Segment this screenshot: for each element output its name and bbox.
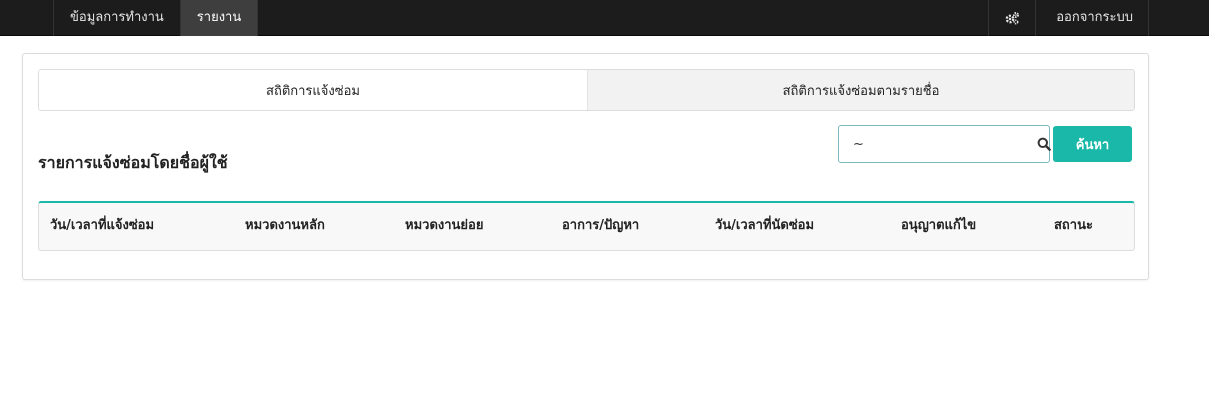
navbar-menu: ข้อมูลการทำงาน รายงาน [53,0,259,36]
column-header-main-category[interactable]: หมวดงานหลัก [245,203,325,249]
column-header-edit-permission[interactable]: อนุญาตแก้ไข [901,203,976,249]
search-button[interactable]: ค้นหา [1053,126,1132,162]
column-header-sub-category[interactable]: หมวดงานย่อย [405,203,483,249]
tab-repair-statistics[interactable]: สถิติการแจ้งซ่อม [39,70,587,110]
nav-item-work-info[interactable]: ข้อมูลการทำงาน [53,0,180,36]
top-navbar: ข้อมูลการทำงาน รายงาน ออกจากระบบ [0,0,1209,36]
report-tabs: สถิติการแจ้งซ่อม สถิติการแจ้งซ่อมตามรายช… [38,69,1135,111]
column-header-appointment-datetime[interactable]: วัน/เวลาที่นัดซ่อม [715,203,814,249]
gears-icon [1005,12,1020,25]
column-header-report-datetime[interactable]: วัน/เวลาที่แจ้งซ่อม [50,203,154,249]
navbar-right: ออกจากระบบ [988,0,1149,36]
search-box [838,125,1051,163]
column-header-symptom[interactable]: อาการ/ปัญหา [562,203,639,249]
column-header-status[interactable]: สถานะ [1054,203,1093,249]
search-icon[interactable] [1037,126,1051,162]
section-title: รายการแจ้งซ่อมโดยชื่อผู้ใช้ [38,153,228,172]
report-table: วัน/เวลาที่แจ้งซ่อม หมวดงานหลัก หมวดงานย… [38,201,1135,251]
search-input[interactable] [839,126,1037,162]
report-panel: สถิติการแจ้งซ่อม สถิติการแจ้งซ่อมตามรายช… [22,53,1149,280]
logout-link[interactable]: ออกจากระบบ [1035,0,1149,36]
tab-repair-statistics-by-name[interactable]: สถิติการแจ้งซ่อมตามรายชื่อ [587,70,1134,110]
nav-item-report[interactable]: รายงาน [179,0,259,36]
settings-button[interactable] [988,0,1035,36]
